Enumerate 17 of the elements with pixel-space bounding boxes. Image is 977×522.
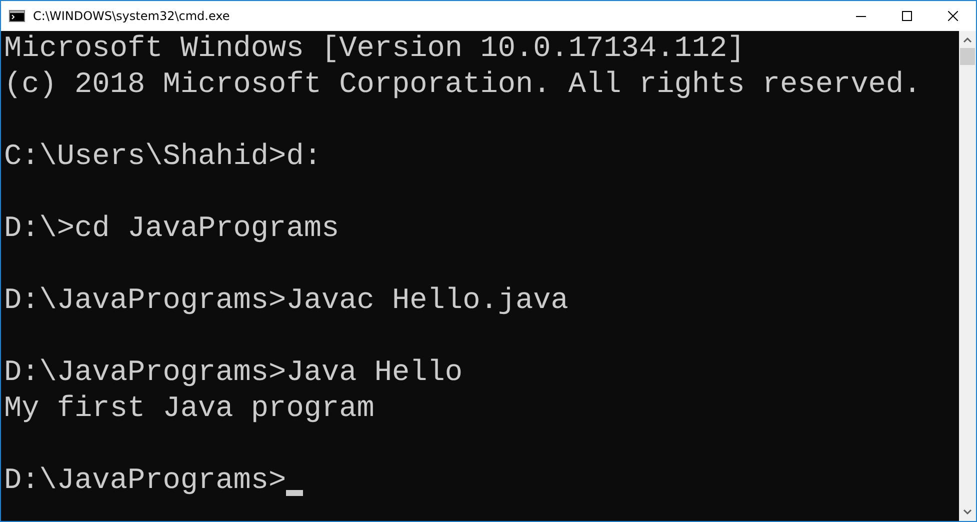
console-line: D:\JavaPrograms>Javac Hello.java	[4, 283, 568, 319]
close-icon	[948, 11, 958, 21]
console-line: (c) 2018 Microsoft Corporation. All rights reserved.	[4, 67, 922, 103]
scroll-up-icon[interactable]	[963, 37, 972, 43]
scroll-down-icon[interactable]	[963, 509, 972, 515]
maximize-icon	[902, 11, 912, 21]
console-line: D:\>cd JavaPrograms	[4, 211, 340, 247]
terminal-icon	[9, 10, 25, 22]
window-title: C:\WINDOWS\system32\cmd.exe	[33, 9, 231, 23]
scrollbar[interactable]	[959, 31, 976, 521]
console-line: C:\Users\Shahid>d:	[4, 139, 322, 175]
scrollbar-thumb[interactable]	[960, 48, 975, 65]
console-line: Microsoft Windows [Version 10.0.17134.112]	[4, 31, 745, 67]
console-line: My first Java program	[4, 391, 374, 427]
text-cursor	[286, 490, 304, 496]
console-line: D:\JavaPrograms>	[4, 463, 286, 499]
console-line: D:\JavaPrograms>Java Hello	[4, 355, 463, 391]
